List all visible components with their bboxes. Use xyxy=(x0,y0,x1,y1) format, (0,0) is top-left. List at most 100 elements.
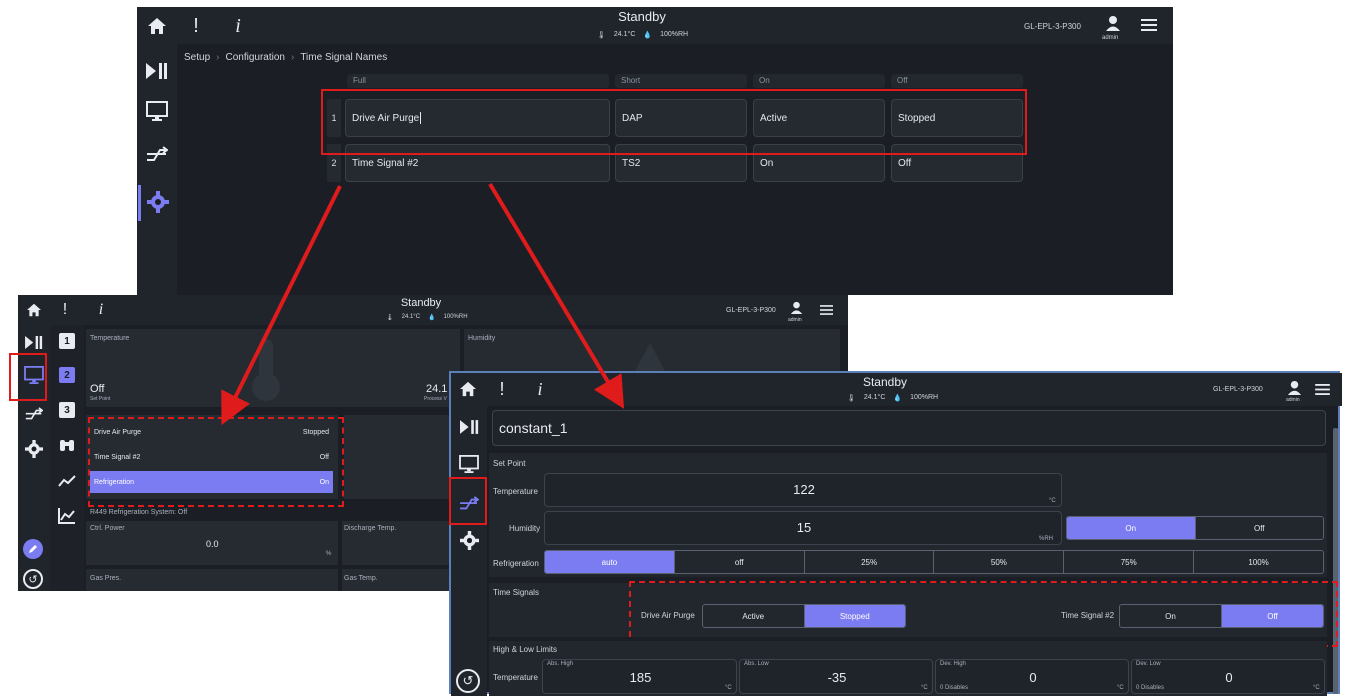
menu-icon[interactable] xyxy=(1313,382,1331,396)
left-status: Standby xyxy=(400,297,442,309)
breadcrumb-time-signal-names: Time Signal Names xyxy=(300,52,388,63)
alert-icon[interactable]: ! xyxy=(187,13,205,39)
refrig-system-label: R449 Refrigeration System: Off xyxy=(90,509,188,516)
top-screen: ! i Standby 🌡 24.1°C 💧 100%RH GL-EPL-3-P30… xyxy=(137,7,1173,295)
dev-high-label: Dev. High xyxy=(940,661,966,667)
signals-dashed-highlight xyxy=(88,417,344,507)
discharge-card: Discharge Temp. xyxy=(342,521,460,565)
back-icon[interactable]: ↺ xyxy=(456,669,480,693)
dev-high-value: 0 xyxy=(1029,670,1037,685)
info-icon[interactable]: i xyxy=(533,377,547,401)
droplet-icon: 💧 xyxy=(643,32,653,39)
alert-icon[interactable]: ! xyxy=(495,377,509,401)
monitor-nav-highlight xyxy=(9,353,47,401)
gas-pres-card: Gas Pres. xyxy=(86,569,338,591)
time-signals-title: Time Signals xyxy=(493,588,539,597)
settings-gear-icon[interactable] xyxy=(145,189,171,215)
step-name-field[interactable]: constant_1 xyxy=(492,410,1326,446)
gas-pres-label: Gas Pres. xyxy=(90,575,122,582)
user-label: admin xyxy=(788,317,802,323)
user-icon[interactable] xyxy=(788,299,804,315)
info-icon[interactable]: i xyxy=(229,13,247,39)
scrollbar[interactable] xyxy=(1333,428,1338,694)
column-header-on: On xyxy=(753,74,885,88)
home-icon[interactable] xyxy=(457,379,479,399)
refrig-option-25[interactable]: 25% xyxy=(805,551,935,573)
menu-icon[interactable] xyxy=(1139,16,1159,34)
refrig-option-50[interactable]: 50% xyxy=(934,551,1065,573)
info-icon[interactable]: i xyxy=(94,299,108,321)
trend-icon[interactable] xyxy=(58,473,76,489)
temperature-card-title: Temperature xyxy=(90,335,130,342)
dev-low-hint: 0 Disables xyxy=(1136,685,1165,691)
dev-low-field[interactable]: Dev. Low 0 0 Disables °C xyxy=(1131,659,1325,694)
home-icon[interactable] xyxy=(143,13,171,39)
thermometer-icon: 🌡 xyxy=(386,315,394,321)
side-card xyxy=(344,415,460,499)
refrigeration-selector[interactable]: auto off 25% 50% 75% 100% xyxy=(544,550,1324,574)
alert-icon[interactable]: ! xyxy=(58,299,72,321)
breadcrumb-configuration[interactable]: Configuration xyxy=(225,52,284,63)
user-icon[interactable] xyxy=(1285,378,1303,396)
tab-3[interactable]: 3 xyxy=(59,402,75,418)
dev-low-value: 0 xyxy=(1225,670,1233,685)
device-name: GL-EPL-3-P300 xyxy=(726,307,776,314)
humidity-input[interactable]: 15 %RH xyxy=(544,511,1062,545)
thermometer-watermark-icon xyxy=(246,339,286,403)
humidity-on-option[interactable]: On xyxy=(1067,517,1196,539)
tab-1[interactable]: 1 xyxy=(59,333,75,349)
user-icon[interactable] xyxy=(1103,13,1123,33)
dev-high-field[interactable]: Dev. High 0 0 Disables °C xyxy=(935,659,1129,694)
monitor-icon[interactable] xyxy=(457,453,481,475)
temperature-input[interactable]: 122 °C xyxy=(544,473,1062,507)
monitor-icon[interactable] xyxy=(145,99,169,123)
left-temp: 24.1°C xyxy=(401,314,421,320)
refrig-option-off[interactable]: off xyxy=(675,551,805,573)
humidity-off-option[interactable]: Off xyxy=(1196,517,1324,539)
column-header-off: Off xyxy=(891,74,1023,88)
breadcrumb-sep: › xyxy=(290,52,295,63)
tab-2[interactable]: 2 xyxy=(59,367,75,383)
settings-gear-icon[interactable] xyxy=(24,439,44,459)
top-status: Standby xyxy=(618,9,666,24)
play-pause-icon[interactable] xyxy=(24,333,44,351)
program-icon[interactable] xyxy=(23,405,45,423)
humidity-toggle[interactable]: On Off xyxy=(1066,516,1324,540)
binoculars-icon[interactable] xyxy=(58,437,76,453)
menu-icon[interactable] xyxy=(818,303,834,317)
ctrl-power-value: 0.0 xyxy=(206,539,219,549)
refrig-option-75[interactable]: 75% xyxy=(1064,551,1195,573)
user-label: admin xyxy=(1102,35,1119,41)
program-icon[interactable] xyxy=(145,143,169,167)
right-screen: ! i Standby 🌡 24.1°C 💧 100%RH GL-EPL-3-P30… xyxy=(449,371,1342,696)
refrig-option-auto[interactable]: auto xyxy=(545,551,675,573)
user-label: admin xyxy=(1286,397,1300,403)
temp-process-value: 24.1 xyxy=(426,383,448,395)
abs-high-unit: °C xyxy=(725,685,732,691)
home-icon[interactable] xyxy=(24,301,44,319)
left-humidity: 100%RH xyxy=(443,314,468,320)
right-status: Standby xyxy=(862,375,908,389)
edit-pencil-icon[interactable] xyxy=(23,539,43,559)
back-icon[interactable]: ↺ xyxy=(23,569,43,589)
temperature-unit: °C xyxy=(1049,498,1056,504)
humidity-label: Humidity xyxy=(509,524,541,533)
abs-high-value: 185 xyxy=(629,670,652,685)
play-pause-icon[interactable] xyxy=(458,417,480,437)
time-signals-dashed-highlight xyxy=(629,581,1338,647)
abs-high-field[interactable]: Abs. High 185 °C xyxy=(542,659,737,694)
dev-high-hint: 0 Disables xyxy=(940,685,969,691)
settings-gear-icon[interactable] xyxy=(458,529,480,551)
temp-setpoint-label: Set Point xyxy=(90,396,111,402)
thermometer-icon: 🌡 xyxy=(597,32,606,39)
thermometer-icon: 🌡 xyxy=(847,395,856,402)
ctrl-power-card: Ctrl. Power 0.0 % xyxy=(86,521,338,565)
refrig-option-100[interactable]: 100% xyxy=(1194,551,1323,573)
setpoint-title: Set Point xyxy=(493,459,526,468)
chart-icon[interactable] xyxy=(58,507,76,525)
dev-low-unit: °C xyxy=(1313,685,1320,691)
breadcrumb-setup[interactable]: Setup xyxy=(184,52,210,63)
abs-low-field[interactable]: Abs. Low -35 °C xyxy=(739,659,933,694)
right-humidity: 100%RH xyxy=(910,394,939,401)
play-pause-icon[interactable] xyxy=(145,59,169,83)
